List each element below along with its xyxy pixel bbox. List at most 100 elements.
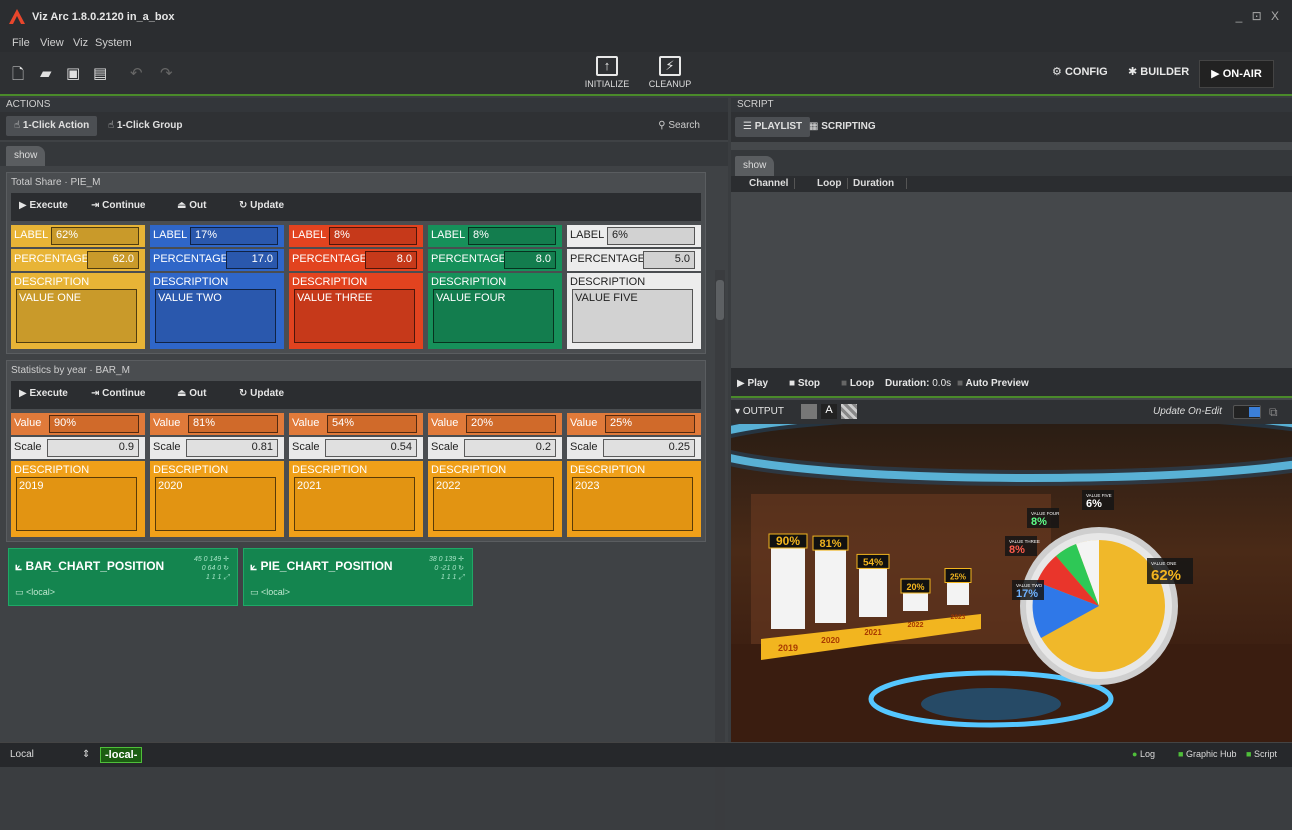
update-button[interactable]: ↻ Update [239, 388, 284, 399]
initialize-button[interactable]: ↑ INITIALIZE [577, 56, 637, 89]
description-input[interactable]: VALUE ONE [16, 289, 137, 343]
menu-view[interactable]: View [40, 37, 64, 49]
group-title: Total Share · PIE_M [11, 177, 101, 188]
engine-badge[interactable]: -local- [100, 747, 143, 763]
script-status-button[interactable]: ■ Script [1246, 749, 1277, 759]
update-button[interactable]: ↻ Update [239, 200, 284, 211]
cleanup-button[interactable]: ⚡ CLEANUP [640, 56, 700, 89]
one-click-group-tab[interactable]: ☝ 1-Click Group [100, 116, 190, 136]
builder-button[interactable]: ✱ BUILDER [1128, 65, 1189, 78]
value-input[interactable]: 0.9 [47, 439, 139, 457]
description-input[interactable]: 2021 [294, 477, 415, 531]
label-input[interactable]: 54% [327, 415, 417, 433]
play-button[interactable]: ▶ Play [737, 378, 768, 389]
save-as-icon[interactable]: ▤ [93, 64, 107, 82]
window-controls[interactable]: _ ⊡ X [1236, 9, 1282, 23]
label-row: Value 25% [567, 413, 701, 435]
open-folder-icon[interactable]: ▰ [40, 64, 52, 82]
description-input[interactable]: 2020 [155, 477, 276, 531]
position-icon: ⟀ [250, 559, 258, 573]
label-input[interactable]: 8% [329, 227, 417, 245]
label-input[interactable]: 25% [605, 415, 695, 433]
scene-bar-year: 2020 [821, 635, 840, 645]
description-input[interactable]: 2023 [572, 477, 693, 531]
description-input[interactable]: 2022 [433, 477, 554, 531]
label-input[interactable]: 81% [188, 415, 278, 433]
pie-chart-position-button[interactable]: ⟀ PIE_CHART_POSITION 38 0 139 ✛ 0 -21 0 ↻… [243, 548, 473, 606]
label-row: LABEL 62% [11, 225, 145, 247]
playlist-tab[interactable]: ☰ PLAYLIST [735, 117, 811, 137]
column-channel[interactable]: Channel [749, 178, 796, 189]
continue-button[interactable]: ⇥ Continue [91, 388, 146, 399]
execute-button[interactable]: ▶ Execute [19, 388, 68, 399]
value-input[interactable]: 0.54 [325, 439, 417, 457]
stop-button[interactable]: ■ Stop [789, 378, 820, 389]
on-air-button[interactable]: ▶ ON-AIR [1199, 60, 1274, 88]
label-row: Value 20% [428, 413, 562, 435]
menu-file[interactable]: File [12, 37, 30, 49]
continue-button[interactable]: ⇥ Continue [91, 200, 146, 211]
menu-system[interactable]: System [95, 37, 132, 49]
description-input[interactable]: VALUE FIVE [572, 289, 693, 343]
toggle-knob [1249, 407, 1260, 417]
search-button[interactable]: ⚲ Search [658, 120, 700, 131]
auto-preview-toggle[interactable]: ■ Auto Preview [957, 378, 1029, 389]
value-input[interactable]: 0.2 [464, 439, 556, 457]
value-input[interactable]: 8.0 [504, 251, 556, 269]
value-row: Scale 0.81 [150, 437, 284, 459]
description-row: DESCRIPTION VALUE FOUR [428, 273, 562, 349]
column-duration[interactable]: Duration [853, 178, 907, 189]
description-input[interactable]: VALUE TWO [155, 289, 276, 343]
value-input[interactable]: 5.0 [643, 251, 695, 269]
out-button[interactable]: ⏏ Out [177, 200, 206, 211]
profile-select-arrow-icon[interactable]: ⇕ [82, 749, 90, 760]
column-loop[interactable]: Loop [817, 178, 849, 189]
label-row: Value 90% [11, 413, 145, 435]
value-input[interactable]: 62.0 [87, 251, 139, 269]
bar-chart-position-button[interactable]: ⟀ BAR_CHART_POSITION 45 0 149 ✛ 0 64 0 ↻ 1… [8, 548, 238, 606]
profile-select[interactable]: Local [10, 749, 34, 760]
menu-viz[interactable]: Viz [73, 37, 88, 49]
label-input[interactable]: 90% [49, 415, 139, 433]
search-icon: ⚲ [658, 120, 666, 131]
output-toggle[interactable]: ▾ OUTPUT [735, 406, 784, 417]
scripting-tab[interactable]: ▦ SCRIPTING [801, 117, 884, 137]
checker-view-icon[interactable] [841, 404, 857, 419]
value-input[interactable]: 17.0 [226, 251, 278, 269]
save-icon[interactable]: ▣ [66, 64, 80, 82]
tab-show[interactable]: show [6, 146, 46, 166]
description-input[interactable]: 2019 [16, 477, 137, 531]
value-row: PERCENTAGE 62.0 [11, 249, 145, 271]
alpha-view-icon[interactable]: A [821, 404, 837, 419]
config-button[interactable]: ⚙ CONFIG [1052, 65, 1108, 78]
update-toggle[interactable] [1233, 405, 1261, 419]
loop-toggle[interactable]: ■ Loop [841, 378, 874, 389]
value-input[interactable]: 0.81 [186, 439, 278, 457]
label-input[interactable]: 6% [607, 227, 695, 245]
one-click-action-tab[interactable]: ☝ 1-Click Action [6, 116, 98, 136]
label-input[interactable]: 20% [466, 415, 556, 433]
cleanup-icon: ⚡ [659, 56, 681, 76]
location-label: <local> [261, 587, 291, 597]
label-input[interactable]: 62% [51, 227, 139, 245]
tab-show[interactable]: show [735, 156, 775, 176]
scrollbar-thumb[interactable] [716, 280, 724, 320]
label-input[interactable]: 8% [468, 227, 556, 245]
out-button[interactable]: ⏏ Out [177, 388, 206, 399]
execute-button[interactable]: ▶ Execute [19, 200, 68, 211]
value-row: PERCENTAGE 5.0 [567, 249, 701, 271]
value-input[interactable]: 8.0 [365, 251, 417, 269]
value-input[interactable]: 0.25 [603, 439, 695, 457]
label-input[interactable]: 17% [190, 227, 278, 245]
new-file-icon[interactable]: 🗋 [12, 64, 24, 89]
continue-label: Continue [102, 388, 146, 399]
image-view-icon[interactable] [801, 404, 817, 419]
description-input[interactable]: VALUE FOUR [433, 289, 554, 343]
graphic-hub-button[interactable]: ■ Graphic Hub [1178, 749, 1236, 759]
description-input[interactable]: VALUE THREE [294, 289, 415, 343]
log-button[interactable]: ● Log [1132, 749, 1155, 759]
redo-icon[interactable]: ↷ [160, 64, 173, 82]
detach-icon[interactable]: ⧉ [1269, 405, 1278, 420]
gear-icon: ⚙ [1052, 66, 1062, 78]
undo-icon[interactable]: ↶ [130, 64, 143, 82]
